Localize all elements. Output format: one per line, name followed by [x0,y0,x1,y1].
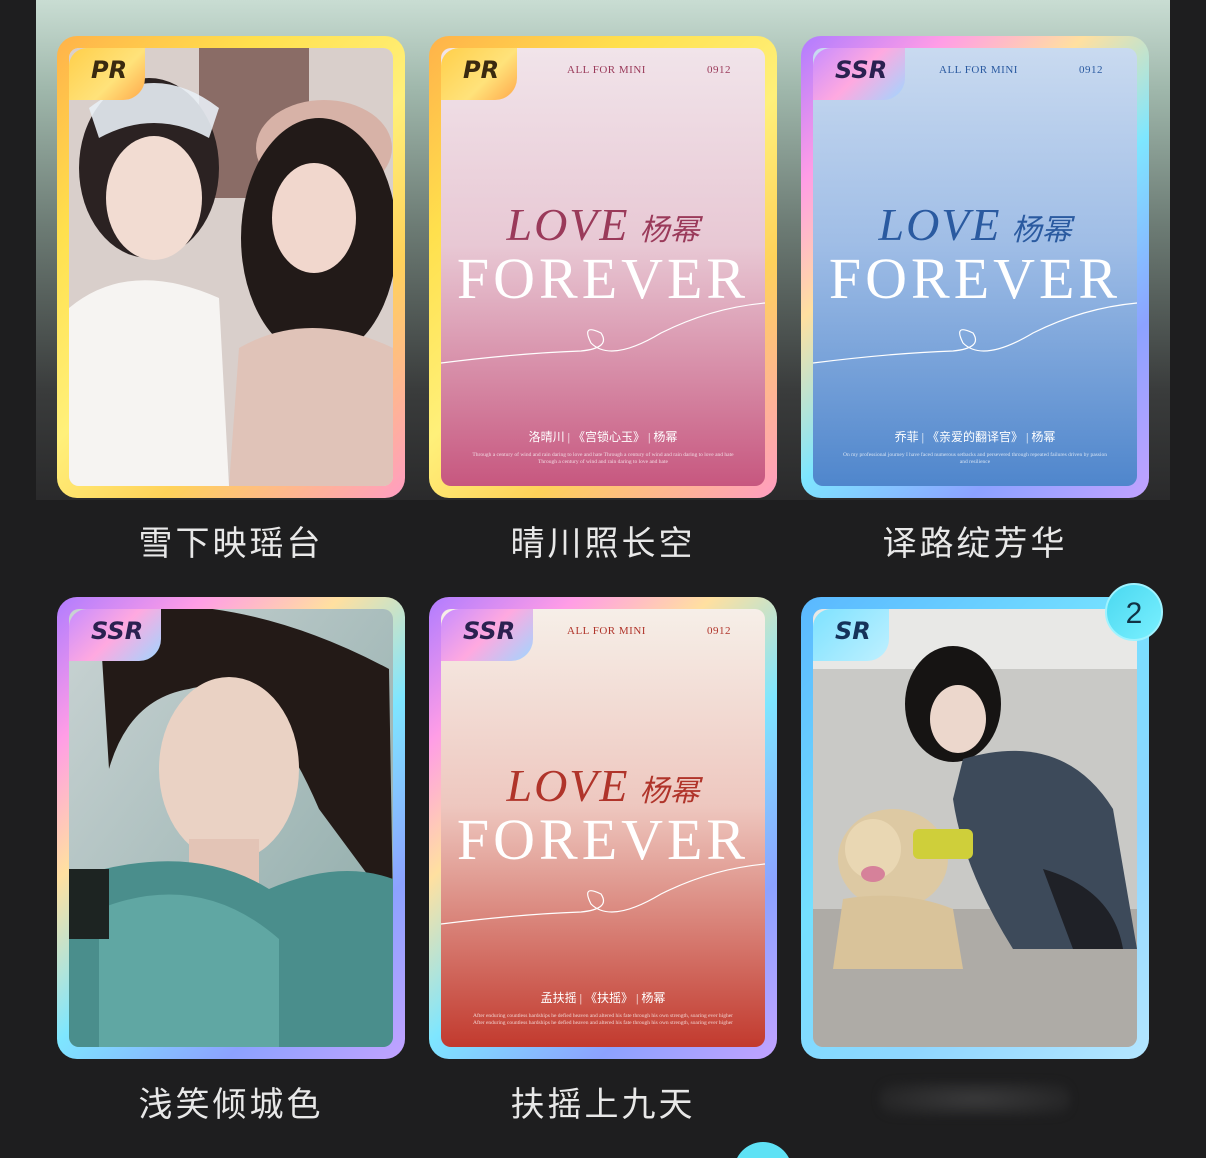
poster-date: 0912 [707,625,731,637]
swirl-line-icon [441,302,765,364]
logo-love: LOVE [506,199,630,250]
card-poster: PR ALL FOR MINI 0912 LOVE 杨幂 FOREVER 洛晴川 … [441,48,765,486]
card-yi-lu-zhan-fang-hua[interactable]: SSR ALL FOR MINI 0912 LOVE 杨幂 FOREVER 乔菲 … [801,36,1149,498]
count-badge: 2 [1105,583,1163,641]
card-sr-photo[interactable]: SR [801,597,1149,1059]
poster-subtitle: 乔菲 | 《亲爱的翻译官》 | 杨幂 [894,430,1056,444]
card-qing-chuan-zhao-chang-kong[interactable]: PR ALL FOR MINI 0912 LOVE 杨幂 FOREVER 洛晴川 … [429,36,777,498]
rarity-badge: PR [69,48,146,100]
card-photo: SR [813,609,1137,1047]
card-xue-xia-ying-yao-tai[interactable]: PR [57,36,405,498]
card-title: 晴川照长空 [510,524,696,564]
rarity-badge: SSR [441,609,534,661]
poster-brand: ALL FOR MINI [939,64,1018,76]
logo-love: LOVE [878,199,1002,250]
swirl-line-icon [813,302,1137,364]
woman-with-dog-photo-icon [813,609,1137,1047]
rarity-badge: SSR [813,48,906,100]
signature: 杨幂 [639,774,700,809]
poster-brand: ALL FOR MINI [567,625,646,637]
poster-fine-print: Through a century of wind and rain darin… [472,452,734,465]
rarity-badge: SSR [69,609,162,661]
poster-brand: ALL FOR MINI [567,64,646,76]
logo-love: LOVE [506,760,630,811]
card-photo: SSR [69,609,393,1047]
card-title: 译路绽芳华 [882,524,1068,564]
bottom-nav-dot[interactable] [734,1142,792,1158]
rarity-badge: PR [441,48,518,100]
card-poster: SSR ALL FOR MINI 0912 LOVE 杨幂 FOREVER 乔菲 … [813,48,1137,486]
card-fu-yao-shang-jiu-tian[interactable]: SSR ALL FOR MINI 0912 LOVE 杨幂 FOREVER 孟扶摇… [429,597,777,1059]
rarity-badge: SR [813,609,889,661]
poster-fine-print: After enduring countless hardships he de… [473,1013,733,1026]
card-title: 浅笑倾城色 [138,1085,324,1125]
two-women-costume-photo-icon [69,48,393,486]
signature: 杨幂 [639,213,700,248]
poster-subtitle: 孟扶摇 | 《扶摇》 | 杨幂 [540,991,666,1005]
blurred-title [880,1082,1070,1116]
poster-subtitle: 洛晴川 | 《宫锁心玉》 | 杨幂 [528,430,678,444]
poster-fine-print: On my professional journey I have faced … [843,452,1107,465]
card-qian-xiao-qing-cheng-se[interactable]: SSR [57,597,405,1059]
card-title: 扶摇上九天 [510,1085,696,1125]
card-photo: PR [69,48,393,486]
card-poster: SSR ALL FOR MINI 0912 LOVE 杨幂 FOREVER 孟扶摇… [441,609,765,1047]
swirl-line-icon [441,863,765,925]
card-title: 雪下映瑶台 [138,524,324,564]
poster-date: 0912 [707,64,731,76]
poster-date: 0912 [1079,64,1103,76]
woman-teal-costume-photo-icon [69,609,393,1047]
signature: 杨幂 [1011,213,1072,248]
